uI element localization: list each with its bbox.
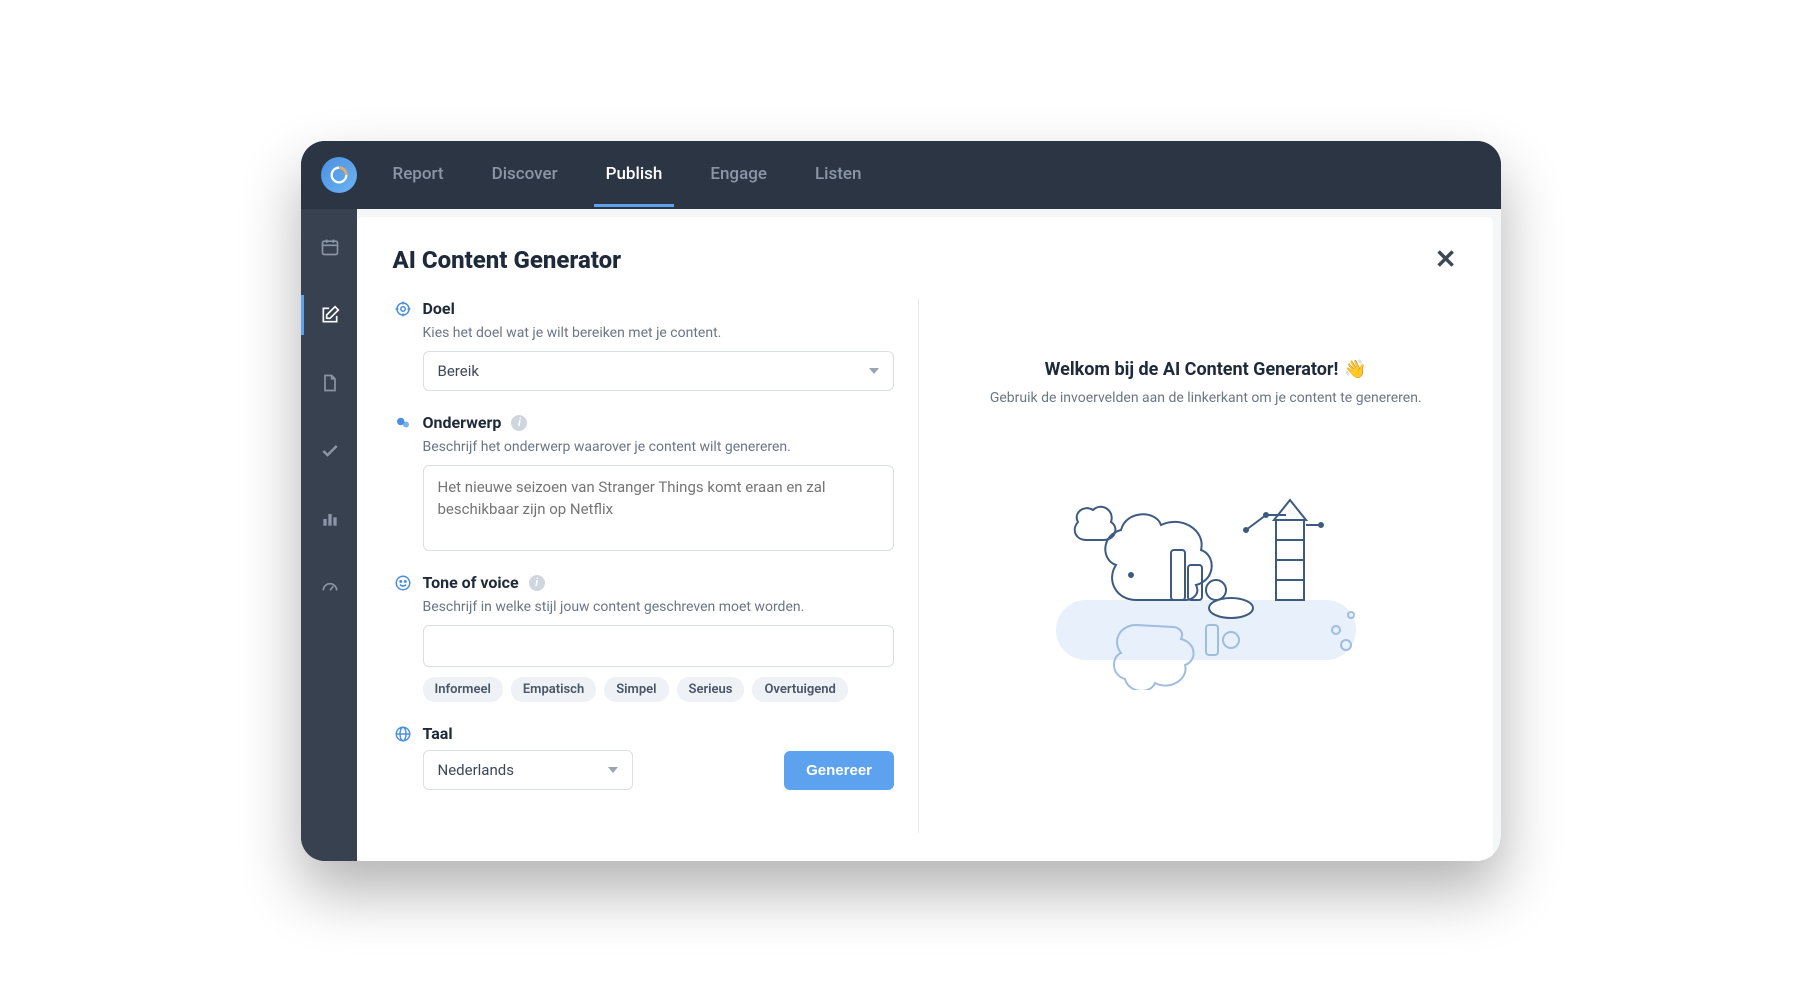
section-tone: Tone of voice i Beschrijf in welke stijl…	[393, 573, 895, 702]
close-button[interactable]: ✕	[1435, 245, 1457, 275]
rail-compose[interactable]	[301, 295, 357, 335]
taal-value: Nederlands	[438, 761, 514, 779]
tag-serieus[interactable]: Serieus	[677, 677, 745, 702]
tag-informeel[interactable]: Informeel	[423, 677, 503, 702]
tag-simpel[interactable]: Simpel	[604, 677, 668, 702]
tone-tags: Informeel Empatisch Simpel Serieus Overt…	[423, 677, 895, 702]
section-taal: Taal Nederlands Genereer	[393, 724, 895, 790]
rail-page[interactable]	[301, 363, 357, 403]
taal-title: Taal	[423, 724, 453, 743]
onderwerp-textarea[interactable]	[423, 465, 895, 551]
chevron-down-icon	[869, 368, 879, 374]
doel-desc: Kies het doel wat je wilt bereiken met j…	[423, 325, 895, 341]
tag-overtuigend[interactable]: Overtuigend	[752, 677, 847, 702]
generator-card: AI Content Generator ✕ Doel Kies	[357, 217, 1493, 861]
app-window: Report Discover Publish Engage Listen	[301, 141, 1501, 861]
section-onderwerp: Onderwerp i Beschrijf het onderwerp waar…	[393, 413, 895, 551]
tone-title: Tone of voice	[423, 573, 519, 592]
doel-select[interactable]: Bereik	[423, 351, 895, 391]
nav-engage[interactable]: Engage	[698, 142, 779, 207]
welcome-illustration	[1016, 430, 1396, 690]
info-icon[interactable]: i	[529, 575, 545, 591]
target-icon	[393, 299, 413, 319]
card-header: AI Content Generator ✕	[393, 245, 1457, 275]
doel-value: Bereik	[438, 362, 479, 380]
doel-title: Doel	[423, 299, 455, 318]
rail-gauge[interactable]	[301, 567, 357, 607]
smile-icon	[393, 573, 413, 593]
rail-calendar[interactable]	[301, 227, 357, 267]
content-area: AI Content Generator ✕ Doel Kies	[357, 209, 1501, 861]
onderwerp-desc: Beschrijf het onderwerp waarover je cont…	[423, 439, 895, 455]
wave-emoji: 👋	[1344, 359, 1366, 380]
welcome-title: Welkom bij de AI Content Generator! 👋	[1045, 359, 1367, 380]
top-nav: Report Discover Publish Engage Listen	[301, 141, 1501, 209]
nav-discover[interactable]: Discover	[480, 142, 570, 207]
nav-listen[interactable]: Listen	[803, 142, 874, 207]
chevron-down-icon	[608, 767, 618, 773]
tone-input[interactable]	[423, 625, 895, 667]
tag-empatisch[interactable]: Empatisch	[511, 677, 596, 702]
card-title: AI Content Generator	[393, 246, 622, 274]
globe-icon	[393, 724, 413, 744]
nav-publish[interactable]: Publish	[594, 142, 675, 207]
app-logo[interactable]	[321, 157, 357, 193]
generate-button[interactable]: Genereer	[784, 751, 894, 790]
info-icon[interactable]: i	[511, 415, 527, 431]
rail-check[interactable]	[301, 431, 357, 471]
topic-icon	[393, 413, 413, 433]
rail-bars[interactable]	[301, 499, 357, 539]
nav-report[interactable]: Report	[381, 142, 456, 207]
welcome-column: Welkom bij de AI Content Generator! 👋 Ge…	[918, 299, 1457, 833]
tone-desc: Beschrijf in welke stijl jouw content ge…	[423, 599, 895, 615]
card-body: Doel Kies het doel wat je wilt bereiken …	[393, 299, 1457, 833]
onderwerp-title: Onderwerp	[423, 413, 502, 432]
left-rail	[301, 209, 357, 861]
body-row: AI Content Generator ✕ Doel Kies	[301, 209, 1501, 861]
taal-select[interactable]: Nederlands	[423, 750, 633, 790]
form-column: Doel Kies het doel wat je wilt bereiken …	[393, 299, 919, 833]
section-doel: Doel Kies het doel wat je wilt bereiken …	[393, 299, 895, 391]
welcome-desc: Gebruik de invoervelden aan de linkerkan…	[990, 390, 1422, 406]
